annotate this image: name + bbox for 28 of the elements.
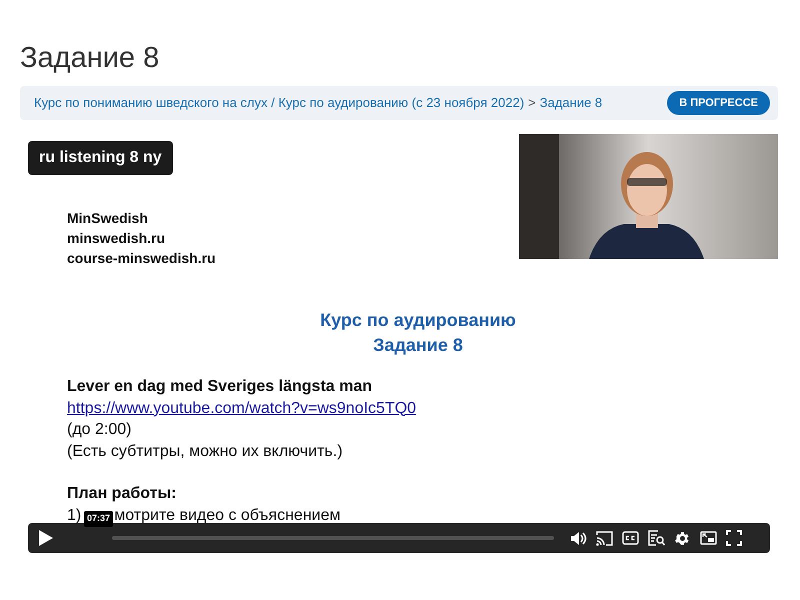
slide-text: course-minswedish.ru — [67, 249, 216, 268]
status-badge: В ПРОГРЕССЕ — [667, 90, 770, 116]
slide-text: minswedish.ru — [67, 229, 166, 248]
page-title: Задание 8 — [20, 41, 160, 76]
miniplayer-icon[interactable] — [700, 531, 717, 545]
breadcrumb-link[interactable]: Курс по пониманию шведского на слух / Курс по аудированию (с 23 ноября 2022) — [34, 93, 524, 113]
breadcrumb-separator: > — [528, 94, 536, 112]
captions-icon[interactable] — [622, 531, 639, 545]
cast-icon[interactable] — [596, 530, 613, 546]
slide-text: План работы: — [67, 484, 176, 504]
step-number: 1) — [67, 506, 82, 526]
slide-text: MinSwedish — [67, 209, 148, 228]
time-tooltip: 07:37 — [84, 511, 114, 526]
transcript-icon[interactable] — [648, 530, 665, 546]
slide-text: (до 2:00) — [67, 420, 132, 440]
volume-icon[interactable] — [570, 530, 587, 546]
settings-icon[interactable] — [674, 530, 691, 546]
video-title[interactable]: ru listening 8 ny — [28, 141, 173, 175]
progress-track[interactable] — [112, 536, 554, 540]
slide-heading: Задание 8 — [373, 334, 463, 357]
breadcrumb-link[interactable]: Задание 8 — [540, 93, 602, 113]
slide-text: мотрите видео с объяснением — [114, 506, 340, 526]
fullscreen-icon[interactable] — [726, 530, 742, 546]
slide-heading: Курс по аудированию — [320, 309, 516, 332]
slide-text: Lever en dag med Sveriges längsta man — [67, 377, 372, 397]
video-link[interactable]: https://www.youtube.com/watch?v=ws9noIc5TQ0 — [67, 398, 416, 419]
play-icon[interactable] — [38, 529, 54, 547]
slide-text: (Есть субтитры, можно их включить.) — [67, 442, 343, 462]
